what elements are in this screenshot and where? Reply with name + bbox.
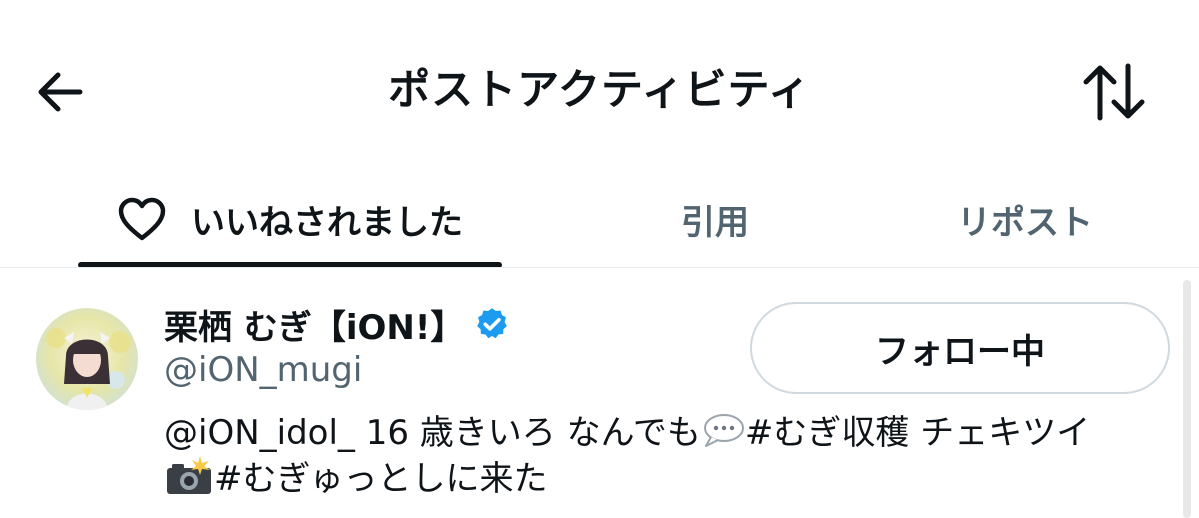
bio-line-2: #むぎゅっとしに来た <box>164 456 1174 502</box>
tab-likes[interactable]: いいねされました <box>78 170 502 268</box>
user-name-line[interactable]: 栗栖 むぎ【iON!】 <box>164 300 510 348</box>
tab-quotes-label: 引用 <box>681 202 749 243</box>
speech-bubble-icon <box>703 414 744 447</box>
avatar-image <box>36 308 138 410</box>
tab-reposts[interactable]: リポスト <box>920 170 1130 268</box>
user-list-item[interactable]: 栗栖 むぎ【iON!】 @iON_mugi フォロー中 @iON_idol_ 1… <box>0 290 1199 518</box>
bio-text-2: チェキツイ <box>909 413 1091 453</box>
bio-line-1: @iON_idol_ 16 歳きいろ なんでも #むぎ収穫 チェキツイ <box>164 410 1174 456</box>
following-button[interactable]: フォロー中 <box>750 302 1170 394</box>
sort-arrows-icon <box>1083 63 1145 121</box>
heart-icon <box>118 197 166 241</box>
user-bio: @iON_idol_ 16 歳きいろ なんでも #むぎ収穫 チェキツイ #むぎゅ… <box>164 410 1174 502</box>
tab-reposts-label: リポスト <box>957 202 1093 243</box>
user-handle: @iON_mugi <box>164 350 363 390</box>
sort-button[interactable] <box>1080 60 1150 124</box>
page-title: ポストアクティビティ <box>388 65 811 114</box>
tab-quotes[interactable]: 引用 <box>600 170 830 268</box>
bio-hashtag-1[interactable]: #むぎ収穫 <box>745 413 910 453</box>
bio-text-1: 16 歳きいろ なんでも <box>354 413 701 453</box>
tab-likes-label: いいねされました <box>191 202 463 243</box>
camera-flash-icon <box>167 456 211 494</box>
verified-badge-icon <box>477 308 508 339</box>
top-bar: ポストアクティビティ <box>0 0 1199 170</box>
avatar[interactable] <box>36 308 138 410</box>
bio-hashtag-2[interactable]: #むぎゅっとしに来た <box>214 459 547 499</box>
divider <box>0 267 1199 268</box>
activity-tabs: いいねされました 引用 リポスト <box>0 170 1199 268</box>
display-name: 栗栖 むぎ【iON!】 <box>164 307 465 348</box>
bio-mention-link[interactable]: @iON_idol_ <box>164 413 355 453</box>
